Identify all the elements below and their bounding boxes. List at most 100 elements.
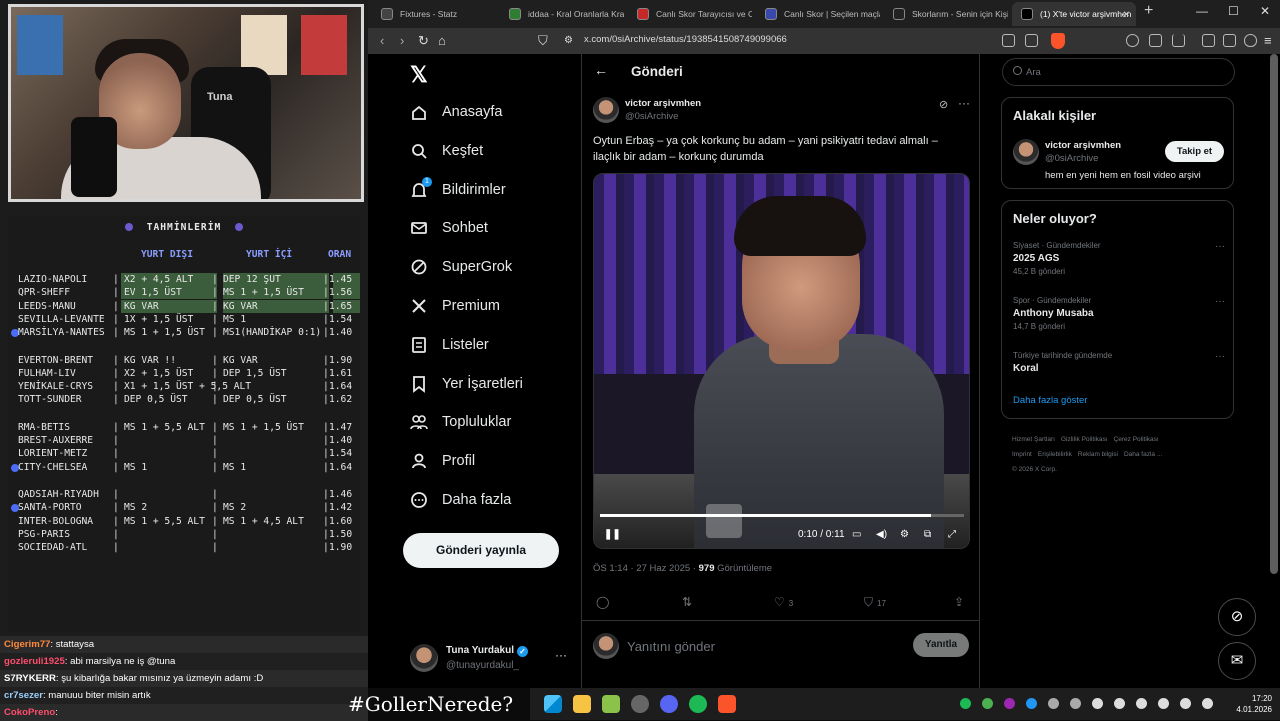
video-player[interactable]: ❚❚ 0:10 / 0:11 ▭ ◀) ⚙ ⧉ ⤢ <box>593 173 970 549</box>
pip-icon[interactable]: ⧉ <box>924 529 931 540</box>
maximize-button[interactable]: ☐ <box>1228 4 1239 18</box>
bluetooth-tray-icon[interactable] <box>1026 698 1037 709</box>
footer-link[interactable]: Imprint <box>1012 451 1032 458</box>
volume-icon[interactable]: ◀) <box>876 529 887 540</box>
discord-icon[interactable] <box>660 695 678 713</box>
tray-icon[interactable] <box>1114 698 1125 709</box>
cast-icon[interactable] <box>1002 34 1015 47</box>
tray-icon[interactable] <box>1136 698 1147 709</box>
obs-icon[interactable] <box>631 695 649 713</box>
author-handle[interactable]: @0siArchive <box>625 111 678 122</box>
windows-start-icon[interactable] <box>544 695 562 713</box>
reply-input[interactable]: Yanıtını gönder <box>627 639 715 654</box>
more-dots-icon[interactable]: ··· <box>1215 296 1225 307</box>
nav-item-more[interactable]: Daha fazla <box>410 485 511 515</box>
sidebar-icon[interactable] <box>1223 34 1236 47</box>
bookmark-button[interactable]: ⛉ 17 <box>864 595 886 610</box>
footer-link[interactable]: Daha fazla ... <box>1124 451 1162 458</box>
tray-icon[interactable] <box>1004 698 1015 709</box>
bookmark-page-icon[interactable]: ⛉ <box>538 33 548 49</box>
footer-link[interactable]: Erişilebilirlik <box>1038 451 1072 458</box>
trend-item[interactable]: Siyaset · Gündemdekiler 2025 AGS 45,2 B gö… <box>1013 241 1225 276</box>
nav-item-x[interactable]: Premium <box>410 291 500 321</box>
reply-icon[interactable]: ◯ <box>596 595 609 609</box>
share-icon[interactable] <box>1025 34 1038 47</box>
related-name[interactable]: victor arşivmhen <box>1045 140 1121 151</box>
fullscreen-icon[interactable]: ⤢ <box>948 529 956 540</box>
home-browser-icon[interactable]: ⌂ <box>438 33 446 48</box>
browser-tab[interactable]: Skorlarım - Senin için Kişise <box>884 2 1008 26</box>
reply-button[interactable]: Yanıtla <box>913 633 969 657</box>
more-dots-icon[interactable]: ··· <box>555 648 567 662</box>
browser-tab[interactable]: Fixtures - Statz <box>372 2 496 26</box>
spotify-tray-icon[interactable] <box>960 698 971 709</box>
network-icon[interactable] <box>1180 698 1191 709</box>
more-dots-icon[interactable]: ··· <box>958 96 970 110</box>
footer-link[interactable]: Hizmet Şartları <box>1012 436 1055 443</box>
nav-item-home[interactable]: Anasayfa <box>410 97 502 127</box>
nav-item-person[interactable]: Profil <box>410 446 475 476</box>
minimize-button[interactable]: — <box>1196 4 1208 18</box>
post-button[interactable]: Gönderi yayınla <box>403 533 559 568</box>
page-scrollbar[interactable] <box>1270 54 1278 574</box>
spotify-icon[interactable] <box>689 695 707 713</box>
nav-item-bell[interactable]: 1 Bildirimler <box>410 175 506 205</box>
extension-icon[interactable] <box>1126 34 1139 47</box>
brave-shield-icon[interactable] <box>1051 33 1065 49</box>
media-icon[interactable] <box>1202 34 1215 47</box>
vpn-icon[interactable] <box>1244 34 1257 47</box>
like-button[interactable]: ♡ 3 <box>774 595 793 609</box>
nav-item-mail[interactable]: Sohbet <box>410 213 488 243</box>
nav-item-bookmark[interactable]: Yer İşaretleri <box>410 369 523 399</box>
grok-icon[interactable]: ⊘ <box>939 98 948 111</box>
author-name[interactable]: victor arşivmhen <box>625 98 701 109</box>
file-explorer-icon[interactable] <box>573 695 591 713</box>
system-clock[interactable]: 17:20 4.01.2026 <box>1230 693 1272 715</box>
related-handle[interactable]: @0siArchive <box>1045 153 1098 164</box>
menu-icon[interactable]: ≡ <box>1264 33 1272 48</box>
captions-icon[interactable]: ▭ <box>852 529 861 540</box>
new-tab-button[interactable]: + <box>1144 2 1153 20</box>
footer-link[interactable]: Çerez Politikası <box>1114 436 1159 443</box>
brave-icon[interactable] <box>718 695 736 713</box>
site-info-icon[interactable]: ⚙ <box>564 35 573 46</box>
pause-icon[interactable]: ❚❚ <box>604 529 621 540</box>
video-progress-bar[interactable] <box>600 514 964 517</box>
forward-icon[interactable]: › <box>400 33 404 48</box>
puzzle-icon[interactable] <box>1149 34 1162 47</box>
browser-tab[interactable]: Canlı Skor | Seçilen maçlar <box>756 2 880 26</box>
tray-icon[interactable] <box>1070 698 1081 709</box>
nav-item-search[interactable]: Keşfet <box>410 136 483 166</box>
close-tab-icon[interactable]: ✕ <box>1123 2 1130 26</box>
footer-link[interactable]: Reklam bilgisi <box>1078 451 1118 458</box>
messages-fab-icon[interactable]: ✉ <box>1218 642 1256 680</box>
account-switcher[interactable]: Tuna Yurdakul ✓ @tunayurdakul_ ··· <box>410 642 570 676</box>
show-more-link[interactable]: Daha fazla göster <box>1013 395 1087 406</box>
nvidia-tray-icon[interactable] <box>982 698 993 709</box>
browser-tab[interactable]: Canlı Skor Tarayıcısı ve Can <box>628 2 752 26</box>
tray-icon[interactable] <box>1048 698 1059 709</box>
tray-icon[interactable] <box>1092 698 1103 709</box>
nav-item-people[interactable]: Topluluklar <box>410 407 511 437</box>
close-window-button[interactable]: ✕ <box>1260 4 1270 18</box>
share-icon[interactable]: ⇪ <box>954 595 964 609</box>
back-icon[interactable]: ‹ <box>380 33 384 48</box>
footer-link[interactable]: Gizlilik Politikası <box>1061 436 1108 443</box>
avatar[interactable] <box>1013 139 1039 165</box>
more-dots-icon[interactable]: ··· <box>1215 241 1225 252</box>
browser-tab[interactable]: (1) X'te victor arşivmhen ✕ <box>1012 2 1136 26</box>
download-icon[interactable] <box>1172 34 1185 47</box>
footer-link[interactable]: © 2026 X Corp. <box>1012 466 1057 473</box>
x-logo[interactable]: 𝕏 <box>410 62 428 88</box>
browser-tab[interactable]: iddaa - Kral Oranlarla Kralı <box>500 2 624 26</box>
grok-fab-icon[interactable]: ⊘ <box>1218 598 1256 636</box>
mic-tray-icon[interactable] <box>1158 698 1169 709</box>
author-avatar[interactable] <box>593 97 619 123</box>
reload-icon[interactable]: ↻ <box>418 33 429 49</box>
more-dots-icon[interactable]: ··· <box>1215 351 1225 362</box>
follow-button[interactable]: Takip et <box>1165 141 1224 162</box>
nav-item-list[interactable]: Listeler <box>410 330 489 360</box>
trend-item[interactable]: Spor · Gündemdekiler Anthony Musaba 14,7 B… <box>1013 296 1225 331</box>
search-input[interactable]: Ara <box>1002 58 1235 86</box>
repost-icon[interactable]: ⇅ <box>682 595 692 609</box>
